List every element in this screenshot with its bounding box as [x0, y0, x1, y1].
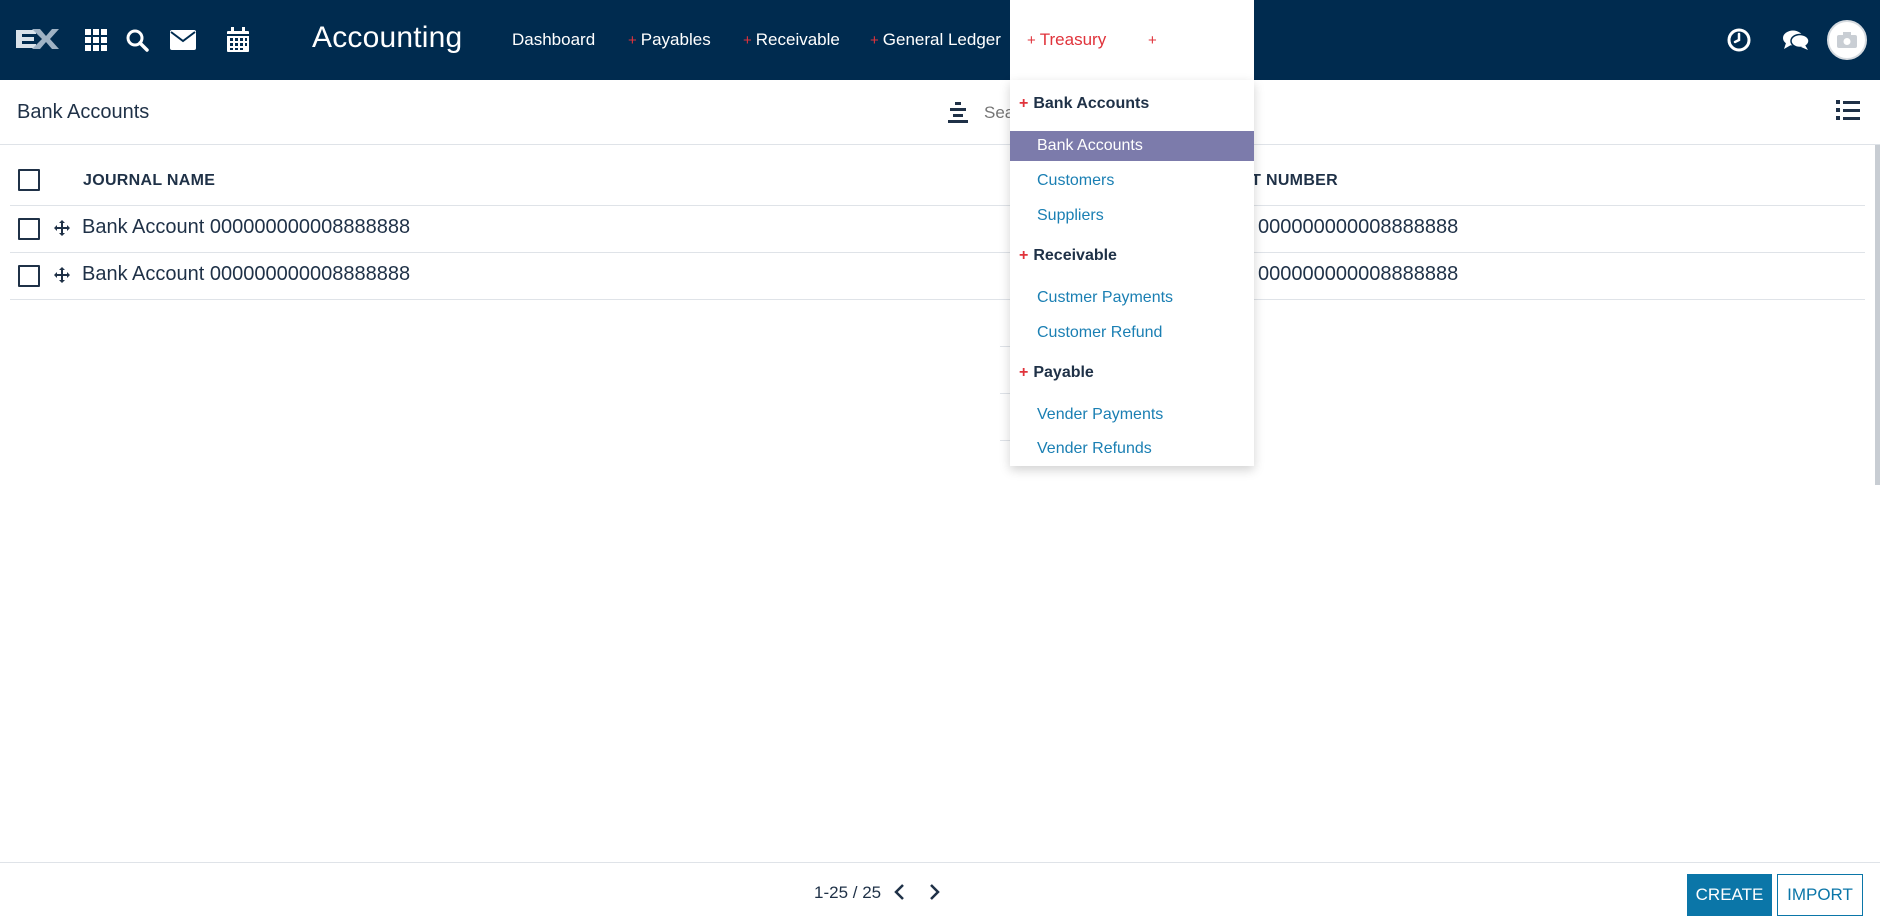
pager-value[interactable]: 1-25 / 25	[814, 883, 881, 903]
data-table: JOURNAL NAME ACCOUNT NUMBER Bank Account…	[10, 155, 1865, 441]
app-title: Accounting	[312, 21, 463, 54]
cell-journal-name: Bank Account 000000000008888888	[82, 263, 411, 285]
nav-more-label: More	[1160, 30, 1200, 49]
envelope-icon[interactable]	[165, 22, 201, 58]
nav-more[interactable]: + More	[1148, 0, 1200, 80]
dropdown-section-heading: + Payable	[1019, 364, 1094, 382]
plus-icon: +	[870, 32, 879, 49]
plus-icon: +	[1019, 364, 1029, 381]
import-button[interactable]: IMPORT	[1777, 874, 1863, 916]
menu-item-customers[interactable]: Customers	[1010, 166, 1254, 196]
breadcrumb: Bank Accounts	[17, 101, 150, 123]
filter-icon[interactable]	[946, 101, 970, 125]
cell-account-number: 000000000008888888	[1258, 216, 1459, 238]
nav-general-ledger[interactable]: + General Ledger	[870, 0, 1001, 80]
nav-treasury-label: Treasury	[1039, 30, 1107, 49]
top-navbar: Accounting Dashboard + Payables + Receivab…	[0, 0, 1880, 80]
footer-bar: 1-25 / 25 CREATE IMPORT	[0, 862, 1880, 918]
treasury-dropdown-menu: + Bank Accounts Bank Accounts Customers S…	[1010, 80, 1254, 466]
nav-dashboard-label: Dashboard	[512, 30, 596, 49]
dropdown-section-heading: + Bank Accounts	[1019, 95, 1149, 113]
select-all-checkbox[interactable]	[18, 169, 40, 191]
chat-icon[interactable]	[1778, 22, 1814, 58]
menu-item-bank-accounts[interactable]: Bank Accounts	[1010, 131, 1254, 161]
section-heading-label: Receivable	[1033, 247, 1117, 264]
nav-dashboard[interactable]: Dashboard	[512, 0, 595, 80]
menu-item-suppliers[interactable]: Suppliers	[1010, 201, 1254, 231]
nav-treasury[interactable]: + Treasury	[1010, 0, 1254, 80]
clock-icon[interactable]	[1721, 22, 1757, 58]
avatar[interactable]	[1827, 20, 1867, 60]
plus-icon: +	[1019, 95, 1029, 112]
brand-logo[interactable]	[14, 24, 60, 54]
dropdown-section-heading: + Receivable	[1019, 247, 1117, 265]
row-checkbox[interactable]	[18, 218, 40, 240]
nav-payables[interactable]: + Payables	[628, 0, 711, 80]
list-view-icon[interactable]	[1836, 99, 1860, 123]
vertical-scrollbar[interactable]	[1875, 145, 1880, 485]
menu-item-customer-payments[interactable]: Custmer Payments	[1010, 283, 1254, 313]
control-panel: Bank Accounts	[0, 80, 1880, 145]
search-icon[interactable]	[119, 22, 155, 58]
cell-journal-name: Bank Account 000000000008888888	[82, 216, 411, 238]
menu-item-customer-refund[interactable]: Customer Refund	[1010, 318, 1254, 348]
plus-icon: +	[628, 32, 637, 49]
table-row[interactable]: Bank Account 000000000008888888 00000000…	[10, 206, 1865, 253]
nav-general-ledger-label: General Ledger	[882, 30, 1001, 49]
avatar-camera-icon	[1837, 32, 1857, 48]
drag-handle-icon[interactable]	[54, 267, 70, 283]
row-checkbox[interactable]	[18, 265, 40, 287]
chevron-left-icon[interactable]	[891, 883, 909, 901]
nav-receivable[interactable]: + Receivable	[743, 0, 840, 80]
calendar-icon[interactable]	[220, 22, 256, 58]
plus-icon: +	[1027, 32, 1036, 49]
apps-grid-icon[interactable]	[78, 22, 114, 58]
menu-item-vendor-payments[interactable]: Vender Payments	[1010, 400, 1254, 430]
plus-icon: +	[1019, 247, 1029, 264]
nav-payables-label: Payables	[640, 30, 711, 49]
section-heading-label: Bank Accounts	[1033, 95, 1150, 112]
plus-icon: +	[1148, 32, 1157, 49]
column-header-journal-name[interactable]: JOURNAL NAME	[83, 172, 215, 190]
table-row[interactable]: Bank Account 000000000008888888 00000000…	[10, 253, 1865, 300]
create-button[interactable]: CREATE	[1687, 874, 1772, 916]
drag-handle-icon[interactable]	[54, 220, 70, 236]
menu-item-vendor-refunds[interactable]: Vender Refunds	[1010, 434, 1254, 464]
nav-receivable-label: Receivable	[755, 30, 840, 49]
cell-account-number: 000000000008888888	[1258, 263, 1459, 285]
section-heading-label: Payable	[1033, 364, 1094, 381]
chevron-right-icon[interactable]	[925, 883, 943, 901]
table-header-row: JOURNAL NAME ACCOUNT NUMBER	[10, 155, 1865, 206]
plus-icon: +	[743, 32, 752, 49]
